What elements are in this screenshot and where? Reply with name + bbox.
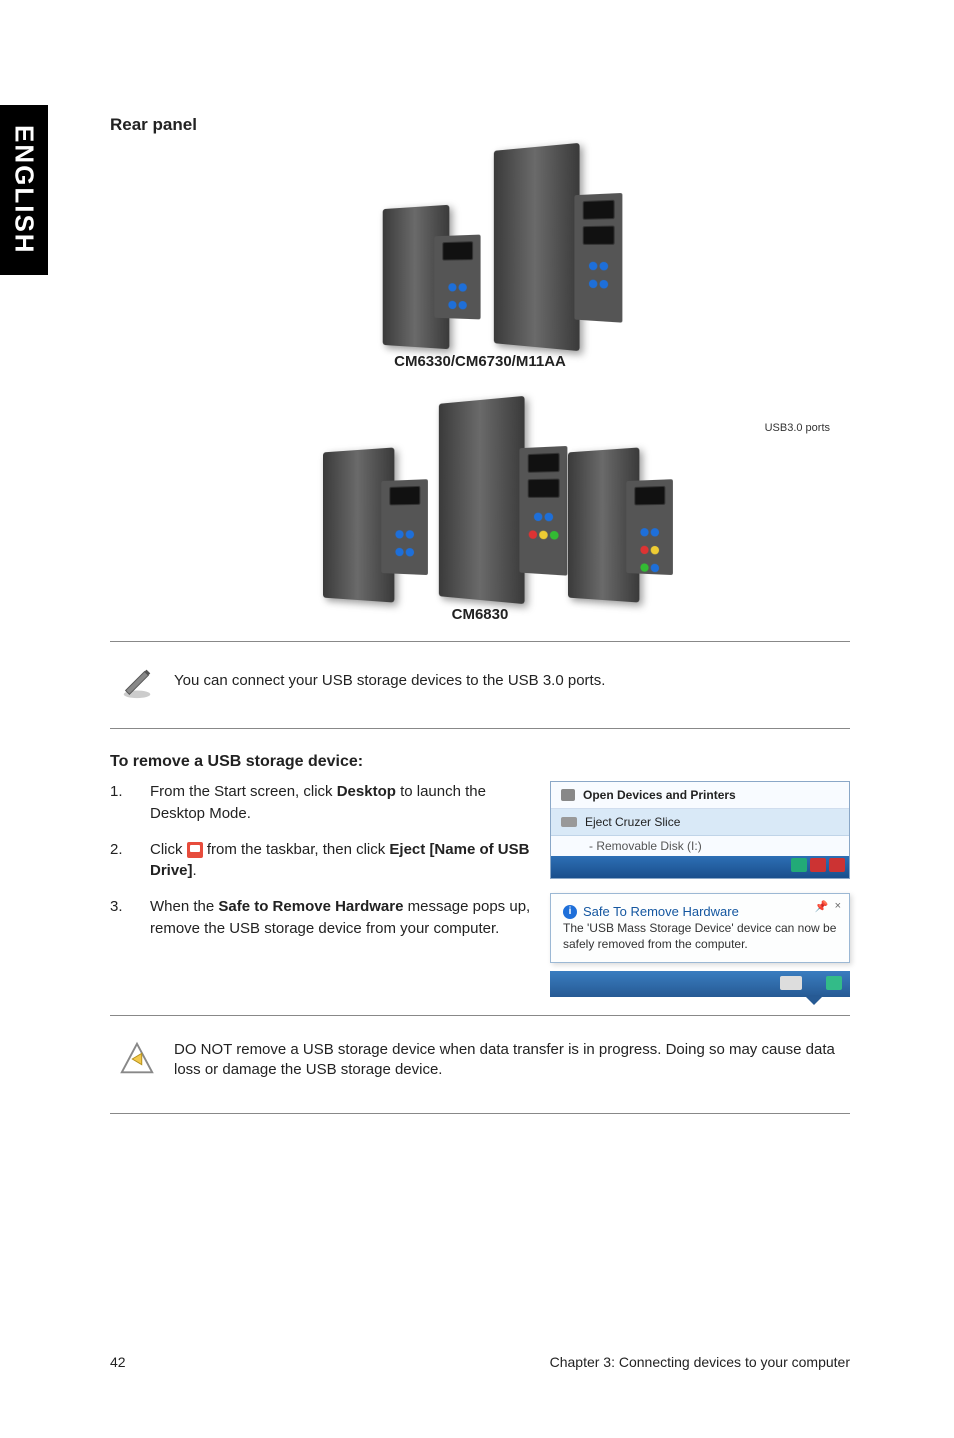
warning-icon (118, 1040, 156, 1078)
pin-icon[interactable]: 📌 (815, 900, 829, 913)
note-usb3: You can connect your USB storage devices… (110, 652, 850, 710)
divider (110, 728, 850, 729)
step-bold: Desktop (337, 783, 396, 800)
figure-cm6330: CM6330/CM6730/M11AA (110, 147, 850, 370)
tray-icon[interactable] (791, 858, 807, 872)
toast-body: The 'USB Mass Storage Device' device can… (563, 921, 837, 952)
drive-icon (561, 817, 577, 827)
eject-drive-row[interactable]: Eject Cruzer Slice (551, 809, 849, 836)
chapter-title: Chapter 3: Connecting devices to your co… (550, 1354, 850, 1370)
toast-wrapper: 📌 × i Safe To Remove Hardware The 'USB M… (550, 893, 850, 997)
devices-icon (561, 789, 575, 801)
step-number: 1. (110, 781, 126, 825)
step-text: From the Start screen, click (150, 783, 337, 800)
divider (110, 1113, 850, 1114)
figure2-label: CM6830 (110, 606, 850, 623)
safe-remove-toast: 📌 × i Safe To Remove Hardware The 'USB M… (550, 893, 850, 963)
figure1-label: CM6330/CM6730/M11AA (110, 353, 850, 370)
info-icon: i (563, 905, 577, 919)
step-bold: Safe to Remove Hardware (218, 898, 403, 915)
page-footer: 42 Chapter 3: Connecting devices to your… (110, 1354, 850, 1370)
page-number: 42 (110, 1354, 126, 1370)
toast-taskbar (550, 971, 850, 997)
removable-disk-row[interactable]: - Removable Disk (I:) (551, 836, 849, 856)
toast-title: Safe To Remove Hardware (583, 904, 739, 919)
system-tray (791, 858, 845, 872)
tray-usb-icon (187, 842, 203, 858)
eject-menu-panel: Open Devices and Printers Eject Cruzer S… (550, 781, 850, 879)
step-text: . (193, 862, 197, 879)
tray-icon[interactable] (810, 858, 826, 872)
taskbar (551, 856, 849, 878)
toast-controls: 📌 × (815, 900, 841, 913)
keyboard-icon (780, 976, 802, 990)
close-icon[interactable]: × (835, 900, 841, 913)
note-usb3-text: You can connect your USB storage devices… (174, 671, 605, 691)
tray-icon[interactable] (829, 858, 845, 872)
step-text: from the taskbar, then click (203, 841, 390, 858)
step-2: 2. Click from the taskbar, then click Ej… (110, 839, 532, 883)
eject-drive-label: Eject Cruzer Slice (585, 815, 680, 829)
page-content: Rear panel (110, 115, 850, 1124)
divider (110, 641, 850, 642)
warning-note: DO NOT remove a USB storage device when … (110, 1026, 850, 1095)
rear-panel-heading: Rear panel (110, 115, 850, 135)
language-tab: ENGLISH (0, 105, 48, 275)
step-text: Click (150, 841, 187, 858)
step-3: 3. When the Safe to Remove Hardware mess… (110, 896, 532, 940)
warning-text: DO NOT remove a USB storage device when … (174, 1040, 850, 1081)
step-1: 1. From the Start screen, click Desktop … (110, 781, 532, 825)
action-center-icon[interactable] (826, 976, 842, 990)
step-number: 3. (110, 896, 126, 940)
open-devices-row[interactable]: Open Devices and Printers (551, 782, 849, 809)
screenshot-column: Open Devices and Printers Eject Cruzer S… (550, 781, 850, 997)
pencil-note-icon (118, 662, 156, 700)
divider (110, 1015, 850, 1016)
open-devices-label: Open Devices and Printers (583, 788, 736, 802)
step-text: When the (150, 898, 218, 915)
steps-column: 1. From the Start screen, click Desktop … (110, 781, 532, 954)
step-number: 2. (110, 839, 126, 883)
figure-cm6830: USB3.0 ports (110, 400, 850, 623)
remove-heading: To remove a USB storage device: (110, 753, 850, 771)
usb3-callout: USB3.0 ports (765, 422, 830, 434)
